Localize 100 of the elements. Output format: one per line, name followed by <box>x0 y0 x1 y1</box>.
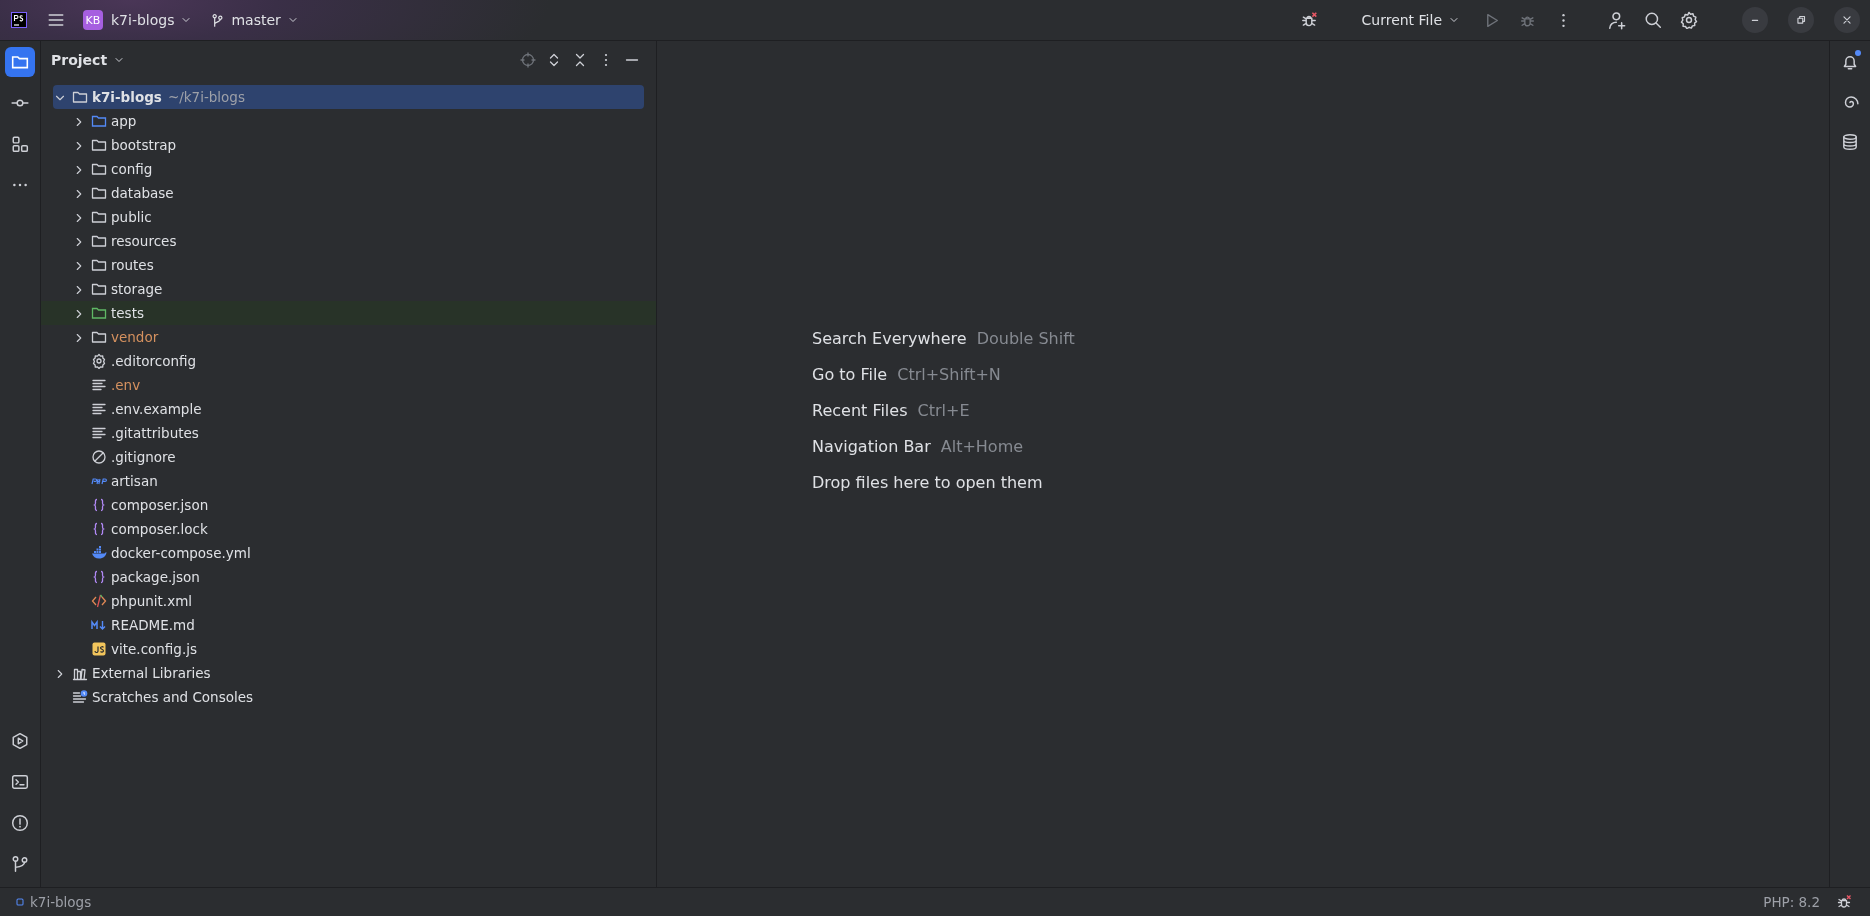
tree-item[interactable]: composer.lock <box>41 517 656 541</box>
shortcut-text: Ctrl+E <box>917 400 970 422</box>
folder-icon <box>91 305 107 321</box>
tree-item[interactable]: README.md <box>41 613 656 637</box>
menu-icon[interactable] <box>47 11 65 29</box>
shortcut-text: Double Shift <box>976 328 1075 350</box>
folder-icon <box>91 209 107 225</box>
tree-item[interactable]: config <box>41 157 656 181</box>
restore-button[interactable] <box>1788 7 1814 33</box>
file-name: composer.json <box>111 497 209 513</box>
php-version[interactable]: PHP: 8.2 <box>1763 894 1820 910</box>
tree-item[interactable]: docker-compose.yml <box>41 541 656 565</box>
prohibited-icon <box>91 449 107 465</box>
file-name: External Libraries <box>92 665 211 681</box>
tree-item[interactable]: app <box>41 109 656 133</box>
braces-icon <box>91 569 107 585</box>
tree-item[interactable]: resources <box>41 229 656 253</box>
hint-action: Drop files here to open them <box>812 472 1043 494</box>
tree-item[interactable]: bootstrap <box>41 133 656 157</box>
tree-item[interactable]: phpunit.xml <box>41 589 656 613</box>
file-name: config <box>111 161 153 177</box>
branch-switcher[interactable]: master <box>204 5 305 35</box>
braces-icon <box>91 497 107 513</box>
tree-item[interactable]: k7i-blogs ~/k7i-blogs <box>53 85 644 109</box>
hint-action: Go to File <box>812 364 888 386</box>
tree-item[interactable]: External Libraries <box>41 661 656 685</box>
tree-item[interactable]: artisan <box>41 469 656 493</box>
project-name: k7i-blogs <box>92 89 162 105</box>
folder-icon <box>91 137 107 153</box>
run-config-dropdown[interactable]: Current File <box>1355 5 1466 35</box>
file-name: Scratches and Consoles <box>92 689 254 705</box>
folder-icon <box>91 113 107 129</box>
restore-icon[interactable] <box>1794 13 1808 27</box>
tree-item[interactable]: package.json <box>41 565 656 589</box>
file-name: .env <box>111 377 141 393</box>
js-file-icon <box>91 641 107 657</box>
tree-item[interactable]: storage <box>41 277 656 301</box>
scratch-file-icon <box>72 689 88 705</box>
tree-item[interactable]: .gitattributes <box>41 421 656 445</box>
whale-icon <box>91 545 107 561</box>
text-file-icon <box>91 377 107 393</box>
file-name: artisan <box>111 473 158 489</box>
tree-item[interactable]: tests <box>41 301 656 325</box>
project-switcher[interactable]: KB k7i-blogs <box>77 5 199 35</box>
tree-item[interactable]: .editorconfig <box>41 349 656 373</box>
hint-action: Search Everywhere <box>812 328 967 350</box>
folder-icon <box>91 161 107 177</box>
file-name: README.md <box>111 617 195 633</box>
folder-icon <box>91 257 107 273</box>
file-name: vite.config.js <box>111 641 198 657</box>
hint-action: Navigation Bar <box>812 436 931 458</box>
folder-icon <box>91 185 107 201</box>
file-name: .env.example <box>111 401 202 417</box>
tree-item[interactable]: Scratches and Consoles <box>41 685 656 709</box>
tree-item[interactable]: .gitignore <box>41 445 656 469</box>
file-name: storage <box>111 281 163 297</box>
file-name: public <box>111 209 152 225</box>
square-icon <box>14 896 26 908</box>
tree-item[interactable]: database <box>41 181 656 205</box>
project-breadcrumb[interactable]: k7i-blogs <box>14 894 92 910</box>
tree-item[interactable]: vite.config.js <box>41 637 656 661</box>
shortcut-text: Alt+Home <box>940 436 1024 458</box>
close-button[interactable] <box>1834 7 1860 33</box>
tree-item[interactable]: composer.json <box>41 493 656 517</box>
folder-icon <box>91 233 107 249</box>
code-tag-icon <box>91 593 107 609</box>
file-name: .gitattributes <box>111 425 199 441</box>
folder-icon <box>72 89 88 105</box>
tree-item[interactable]: .env.example <box>41 397 656 421</box>
text-file-icon <box>91 425 107 441</box>
markdown-icon <box>91 617 107 633</box>
project-path: ~/k7i-blogs <box>167 89 245 105</box>
file-name: resources <box>111 233 177 249</box>
tree-item[interactable]: routes <box>41 253 656 277</box>
braces-icon <box>91 521 107 537</box>
hint-action: Recent Files <box>812 400 908 422</box>
file-name: vendor <box>111 329 159 345</box>
gear-icon <box>91 353 107 369</box>
project-view-dropdown[interactable]: Project <box>51 52 126 68</box>
file-name: bootstrap <box>111 137 177 153</box>
text-file-icon <box>91 401 107 417</box>
app-logo-icon[interactable] <box>11 12 27 28</box>
tree-item[interactable]: vendor <box>41 325 656 349</box>
file-name: .gitignore <box>111 449 176 465</box>
file-name: routes <box>111 257 154 273</box>
file-name: app <box>111 113 137 129</box>
file-name: phpunit.xml <box>111 593 193 609</box>
folder-icon <box>91 329 107 345</box>
folder-icon <box>91 281 107 297</box>
folder-icon[interactable] <box>5 47 35 77</box>
file-name: database <box>111 185 174 201</box>
shortcut-text: Ctrl+Shift+N <box>897 364 1001 386</box>
tree-item[interactable]: .env <box>41 373 656 397</box>
project-badge: KB <box>83 10 103 30</box>
file-name: .editorconfig <box>111 353 197 369</box>
file-name: docker-compose.yml <box>111 545 251 561</box>
tree-item[interactable]: public <box>41 205 656 229</box>
close-icon[interactable] <box>1840 13 1854 27</box>
file-name: tests <box>111 305 144 321</box>
file-name: composer.lock <box>111 521 208 537</box>
